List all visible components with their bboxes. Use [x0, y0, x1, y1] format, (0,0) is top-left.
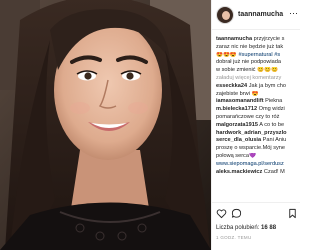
- post-timestamp: 1 GODZ. TEMU: [216, 235, 252, 240]
- comment-username[interactable]: serce_dla_olusia: [216, 137, 261, 143]
- caption-line: w sobie zmienić 😊😊😊: [216, 67, 278, 74]
- comment-line: zajebiste brwi 😍: [216, 90, 259, 97]
- comment-line: hardwork_adrian_przyszlo: [216, 130, 300, 138]
- selfie-image: [0, 0, 211, 250]
- heart-icon[interactable]: [216, 208, 227, 219]
- comment-line: esseckka24 Jak ja bym cho: [216, 82, 286, 89]
- comment-line: pomarańczowe czy to róż: [216, 113, 280, 120]
- comment-line: proszę o wsparcie.Mój syne: [216, 145, 286, 152]
- post-sidebar: taannamucha ⋯ taannamucha przyjrzycie s …: [211, 0, 300, 250]
- avatar[interactable]: [216, 5, 234, 24]
- bookmark-icon[interactable]: [287, 208, 298, 219]
- load-more-comments-link[interactable]: załaduj więcej komentarzy: [216, 75, 300, 83]
- comment-username[interactable]: esseckka24: [216, 83, 247, 89]
- comment-line: serce_dla_olusia Pani Aniu: [216, 137, 287, 144]
- comments-list: taannamucha przyjrzycie s zaraz nic nie …: [216, 36, 300, 176]
- comment-username[interactable]: malgorzata1915: [216, 122, 258, 128]
- comment-line: aleks.mackiewicz Czad! M: [216, 168, 285, 175]
- post-header: taannamucha ⋯: [212, 0, 300, 30]
- comment-line: malgorzata1915 A co to be: [216, 121, 285, 128]
- comment-icon[interactable]: [231, 208, 242, 219]
- comment-username[interactable]: iamasomanandlift: [216, 98, 264, 104]
- more-options-icon[interactable]: ⋯: [289, 9, 298, 18]
- comment-username[interactable]: hardwork_adrian_przyszlo: [216, 130, 287, 136]
- post-photo[interactable]: [0, 0, 211, 250]
- comment-link[interactable]: www.siepomaga.pl/serdusz: [216, 161, 300, 169]
- caption-line: 😍😍😍 #supernatural #s: [216, 51, 281, 58]
- likes-count[interactable]: Liczba polubień: 16 88: [216, 225, 276, 231]
- comment-line: m.bielecka1712 Omg widzi: [216, 106, 285, 113]
- comment-line: iamasomanandlift Piekna: [216, 98, 283, 105]
- comment-line: połową serca💜: [216, 152, 256, 159]
- comment-username[interactable]: m.bielecka1712: [216, 106, 257, 112]
- instagram-post: taannamucha ⋯ taannamucha przyjrzycie s …: [0, 0, 300, 250]
- caption-line: zaraz nic nie będzie już tak: [216, 43, 284, 50]
- comment-username[interactable]: aleks.mackiewicz: [216, 169, 262, 175]
- caption-line: dobrał już nie podpowiada: [216, 59, 281, 66]
- header-username[interactable]: taannamucha: [238, 11, 283, 18]
- post-actions: [212, 202, 300, 224]
- caption-username[interactable]: taannamucha: [216, 36, 252, 42]
- caption-line: taannamucha przyjrzycie s: [216, 36, 285, 42]
